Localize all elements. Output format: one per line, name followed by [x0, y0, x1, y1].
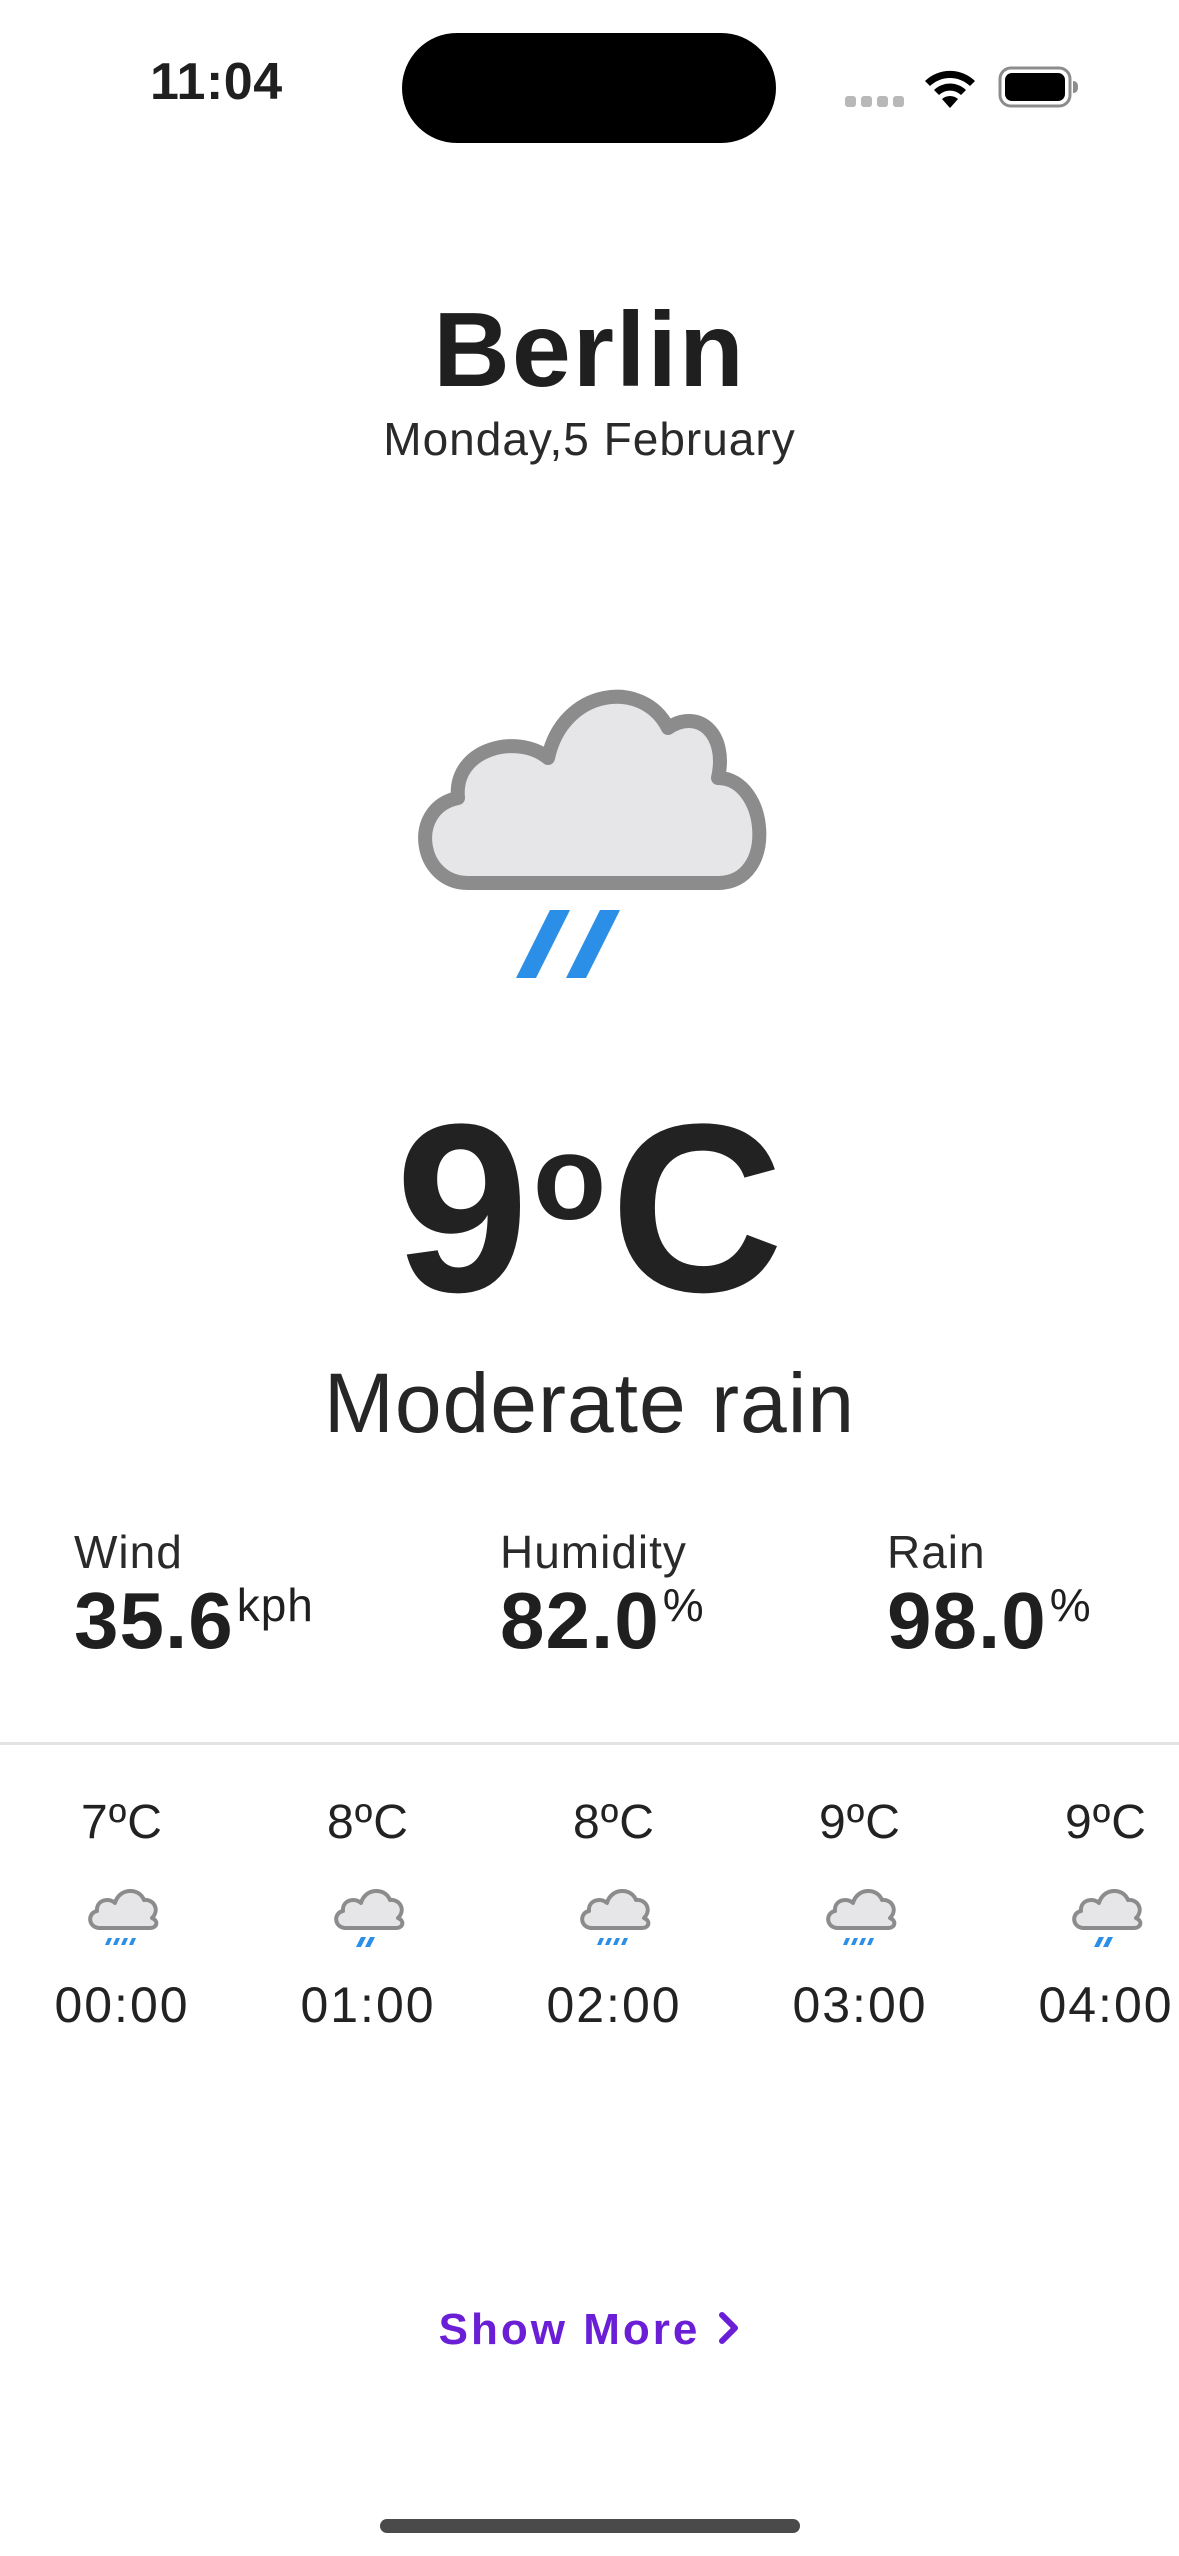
hourly-temp: 8ºC — [573, 1796, 655, 1849]
hourly-time: 03:00 — [792, 1977, 928, 2033]
hourly-item: 9ºC 04:00 — [1006, 1795, 1179, 2034]
hourly-item: 7ºC 00:00 — [22, 1795, 222, 2034]
show-more-button[interactable]: Show More — [0, 2305, 1179, 2355]
weather-condition: Moderate rain — [323, 1356, 856, 1450]
hourly-item: 8ºC 01:00 — [268, 1795, 468, 2034]
hourly-time: 00:00 — [54, 1977, 190, 2033]
hourly-temp: 8ºC — [327, 1796, 409, 1849]
temperature-unit: C — [610, 1074, 784, 1342]
temperature-degree-symbol: o — [532, 1111, 607, 1245]
cloud-heavy-rain-icon — [88, 1889, 159, 1945]
current-temperature: 9oC — [0, 1088, 1179, 1328]
current-date: Monday,5 February — [383, 413, 796, 465]
rain-label: Rain — [887, 1526, 986, 1578]
cellular-signal-icon — [845, 96, 905, 108]
humidity-unit: % — [662, 1579, 705, 1631]
cloud-light-rain-icon — [334, 1889, 405, 1947]
cloud-moderate-rain-icon — [418, 689, 767, 978]
show-more-label: Show More — [438, 2305, 701, 2354]
dynamic-island — [402, 33, 776, 143]
wind-stat: Wind 35.6kph — [74, 1525, 314, 1663]
status-time: 11:04 — [150, 53, 283, 111]
temperature-value: 9 — [395, 1074, 529, 1342]
hourly-temp: 9ºC — [1065, 1796, 1147, 1849]
humidity-value: 82.0 — [500, 1576, 660, 1665]
humidity-label: Humidity — [500, 1526, 687, 1578]
hourly-time: 02:00 — [546, 1977, 682, 2033]
wind-label: Wind — [74, 1526, 183, 1578]
hourly-temp: 9ºC — [819, 1796, 901, 1849]
battery-icon — [998, 66, 1078, 108]
chevron-right-icon — [719, 2312, 739, 2345]
cloud-light-rain-icon — [1072, 1889, 1143, 1947]
cloud-heavy-rain-icon — [580, 1889, 651, 1945]
hourly-temp: 7ºC — [81, 1796, 163, 1849]
cloud-heavy-rain-icon — [826, 1889, 897, 1945]
divider — [0, 1742, 1179, 1745]
hourly-item: 8ºC 02:00 — [514, 1795, 714, 2034]
wind-value: 35.6 — [74, 1576, 234, 1665]
city-name: Berlin — [433, 291, 746, 409]
humidity-stat: Humidity 82.0% — [500, 1525, 705, 1663]
wind-unit: kph — [236, 1579, 314, 1631]
home-indicator[interactable] — [380, 2519, 800, 2533]
rain-stat: Rain 98.0% — [887, 1525, 1092, 1663]
rain-unit: % — [1049, 1579, 1092, 1631]
hourly-time: 04:00 — [1038, 1977, 1174, 2033]
hourly-item: 9ºC 03:00 — [760, 1795, 960, 2034]
wifi-icon — [925, 70, 975, 108]
rain-value: 98.0 — [887, 1576, 1047, 1665]
hourly-time: 01:00 — [300, 1977, 436, 2033]
